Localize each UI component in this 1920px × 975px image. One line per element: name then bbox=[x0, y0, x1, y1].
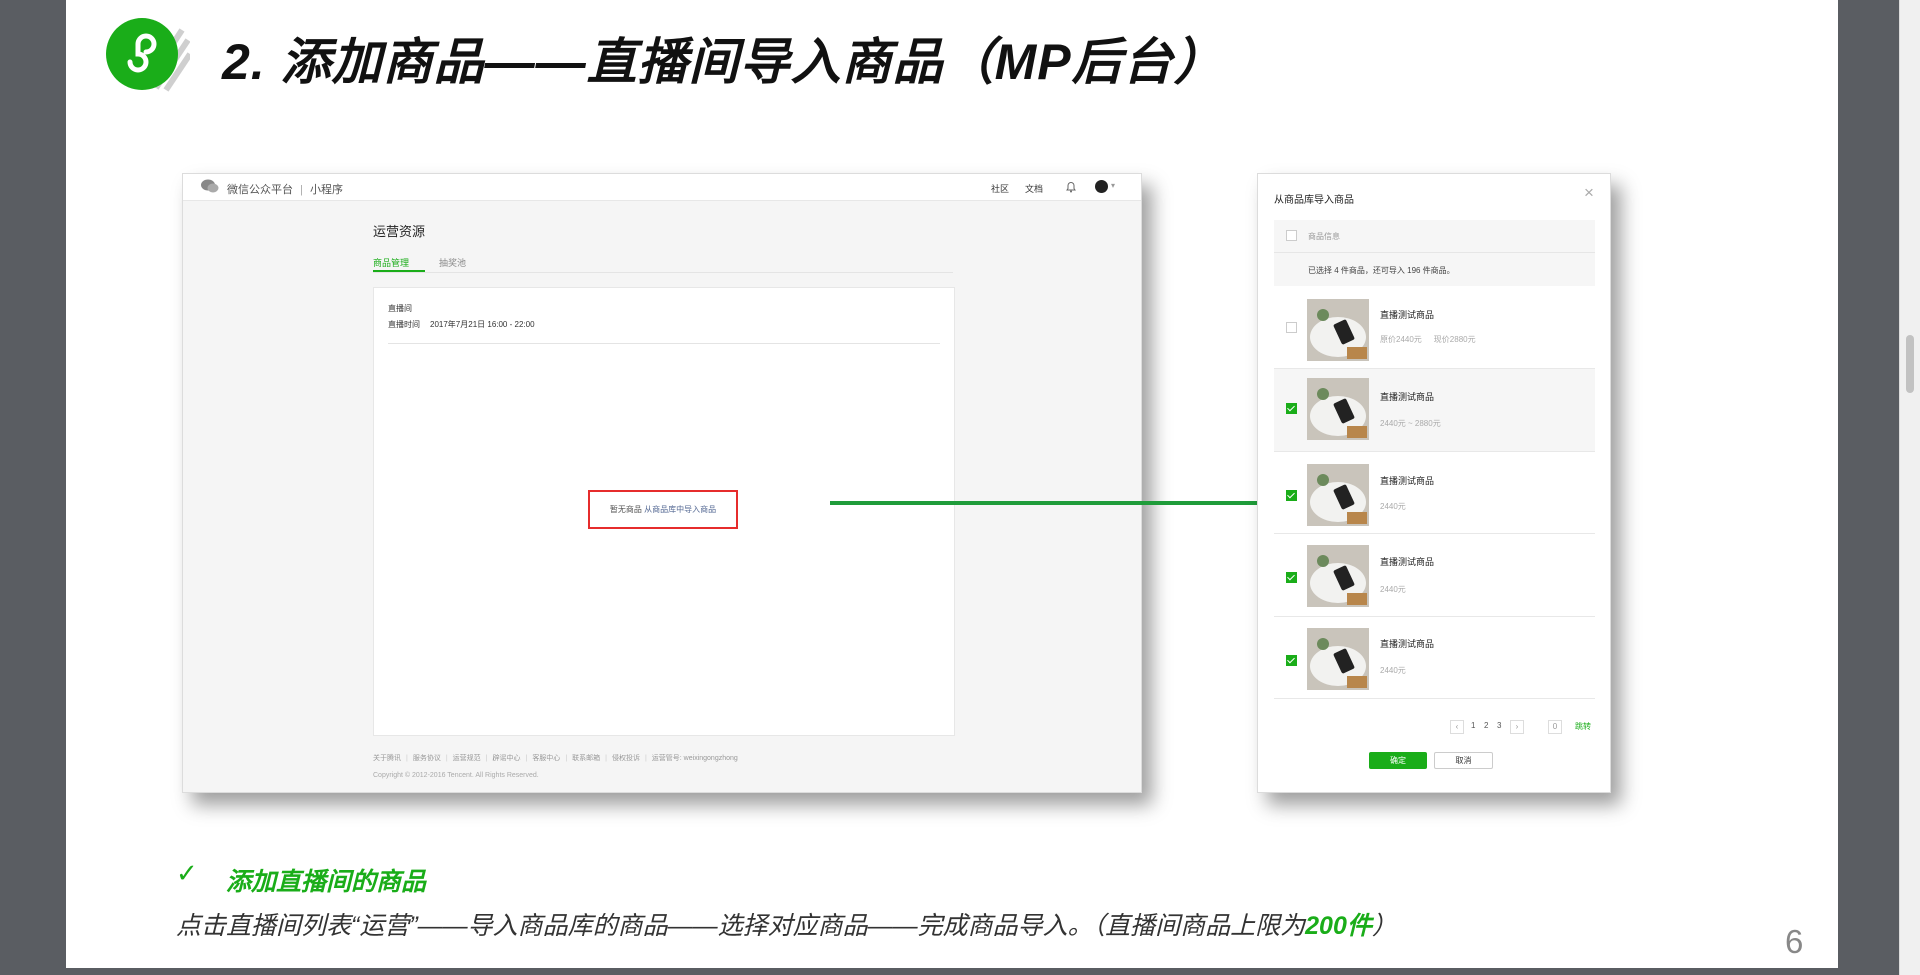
tab-lottery-pool[interactable]: 抽奖池 bbox=[439, 256, 466, 269]
bell-icon[interactable] bbox=[1065, 180, 1077, 193]
confirm-button[interactable]: 确定 bbox=[1369, 752, 1427, 769]
arrow-right-icon bbox=[830, 496, 1316, 510]
page-2[interactable]: 2 bbox=[1484, 721, 1488, 730]
product-row[interactable]: 直播测试商品 2440元 bbox=[1274, 452, 1595, 534]
import-from-library-link[interactable]: 从商品库中导入商品 bbox=[644, 505, 716, 514]
product-row[interactable]: 直播测试商品 2440元 ~ 2880元 bbox=[1274, 369, 1595, 452]
next-page-button[interactable]: › bbox=[1510, 720, 1524, 734]
room-label: 直播间 bbox=[388, 304, 412, 313]
product-name: 直播测试商品 bbox=[1380, 310, 1435, 320]
page-jump-button[interactable]: 跳转 bbox=[1575, 721, 1591, 732]
product-name: 直播测试商品 bbox=[1380, 476, 1435, 486]
empty-products-highlight: 暂无商品 从商品库中导入商品 bbox=[588, 490, 738, 529]
vertical-scrollbar[interactable] bbox=[1899, 0, 1920, 975]
tab-product-management[interactable]: 商品管理 bbox=[373, 256, 409, 269]
page-jump-input[interactable]: 0 bbox=[1548, 720, 1562, 734]
docs-link[interactable]: 文档 bbox=[1025, 182, 1043, 195]
product-row[interactable]: 直播测试商品 原价2440元 现价2880元 bbox=[1274, 293, 1595, 369]
product-thumbnail bbox=[1307, 378, 1369, 440]
product-name: 小程序 bbox=[309, 184, 343, 196]
select-all-checkbox[interactable] bbox=[1286, 230, 1297, 241]
description-text: 点击直播间列表“运营”——导入商品库的商品——选择对应商品——完成商品导入。（直… bbox=[176, 912, 1306, 940]
scrollbar-thumb[interactable] bbox=[1906, 335, 1914, 393]
product-checkbox[interactable] bbox=[1286, 490, 1297, 501]
footer-link[interactable]: 侵权投诉 bbox=[612, 755, 640, 762]
copyright: Copyright © 2012-2016 Tencent. All Right… bbox=[373, 772, 539, 779]
mp-brand[interactable]: 微信公众平台 | 小程序 bbox=[227, 181, 343, 197]
pagination: ‹ 1 2 3 › 0 跳转 bbox=[1258, 720, 1610, 734]
chevron-down-icon[interactable]: ▾ bbox=[1111, 181, 1115, 190]
tabs-divider bbox=[373, 272, 953, 273]
mp-window: 微信公众平台 | 小程序 社区 文档 ▾ 运营资源 商品管理 抽奖池 直播间 直… bbox=[182, 173, 1142, 793]
current-price: 现价2880元 bbox=[1433, 335, 1476, 344]
product-thumbnail bbox=[1307, 299, 1369, 361]
avatar[interactable] bbox=[1095, 180, 1108, 193]
product-price: 2440元 bbox=[1380, 502, 1406, 511]
footer-link[interactable]: 关于腾讯 bbox=[373, 755, 401, 762]
slide: 2. 添加商品——直播间导入商品（MP后台） 微信公众平台 | 小程序 社区 文… bbox=[66, 0, 1838, 968]
time-value: 2017年7月21日 16:00 - 22:00 bbox=[430, 320, 535, 329]
brand-separator: | bbox=[300, 184, 303, 196]
subheading: 添加直播间的商品 bbox=[226, 868, 427, 896]
check-icon: ✓ bbox=[176, 858, 198, 888]
panel-divider bbox=[388, 343, 940, 344]
product-price: 2440元 ~ 2880元 bbox=[1380, 419, 1441, 428]
mini-program-logo bbox=[106, 18, 190, 92]
page-number: 6 bbox=[1785, 923, 1804, 960]
footer-link: 运营管号: weixingongzhong bbox=[651, 755, 738, 762]
mp-top-bar: 微信公众平台 | 小程序 社区 文档 ▾ bbox=[183, 174, 1141, 201]
product-thumbnail bbox=[1307, 628, 1369, 690]
brand-name: 微信公众平台 bbox=[227, 184, 293, 196]
prev-page-button[interactable]: ‹ bbox=[1450, 720, 1464, 734]
time-label: 直播时间 bbox=[388, 320, 420, 329]
footer-link[interactable]: 联系邮箱 bbox=[572, 755, 600, 762]
header-divider bbox=[1274, 252, 1595, 253]
footer-link[interactable]: 运营规范 bbox=[453, 755, 481, 762]
product-thumbnail bbox=[1307, 464, 1369, 526]
product-row[interactable]: 直播测试商品 2440元 bbox=[1274, 534, 1595, 617]
product-price: 原价2440元 现价2880元 bbox=[1380, 334, 1476, 345]
page-1[interactable]: 1 bbox=[1471, 721, 1475, 730]
product-name: 直播测试商品 bbox=[1380, 557, 1435, 567]
cancel-button[interactable]: 取消 bbox=[1434, 752, 1493, 769]
product-name: 直播测试商品 bbox=[1380, 392, 1435, 402]
import-modal: 从商品库导入商品 × 商品信息 已选择 4 件商品，还可导入 196 件商品。 … bbox=[1257, 173, 1611, 793]
description-highlight: 200件 bbox=[1305, 912, 1372, 940]
page-3[interactable]: 3 bbox=[1497, 721, 1501, 730]
page-title: 运营资源 bbox=[373, 224, 426, 239]
room-time: 直播时间 2017年7月21日 16:00 - 22:00 bbox=[388, 319, 535, 330]
footer-link[interactable]: 服务协议 bbox=[413, 755, 441, 762]
footer-link[interactable]: 辟谣中心 bbox=[492, 755, 520, 762]
product-price: 2440元 bbox=[1380, 666, 1406, 675]
footer-link[interactable]: 客服中心 bbox=[532, 755, 560, 762]
close-icon[interactable]: × bbox=[1584, 184, 1594, 201]
product-checkbox[interactable] bbox=[1286, 655, 1297, 666]
product-name: 直播测试商品 bbox=[1380, 639, 1435, 649]
community-link[interactable]: 社区 bbox=[991, 182, 1009, 195]
product-checkbox[interactable] bbox=[1286, 403, 1297, 414]
product-checkbox[interactable] bbox=[1286, 572, 1297, 583]
header-label: 商品信息 bbox=[1308, 232, 1340, 241]
slide-title: 2. 添加商品——直播间导入商品（MP后台） bbox=[222, 34, 1225, 90]
product-thumbnail bbox=[1307, 545, 1369, 607]
original-price: 原价2440元 bbox=[1380, 335, 1422, 344]
description: 点击直播间列表“运营”——导入商品库的商品——选择对应商品——完成商品导入。（直… bbox=[176, 906, 1397, 942]
product-checkbox[interactable] bbox=[1286, 322, 1297, 333]
mp-footer-links: 关于腾讯 | 服务协议 | 运营规范 | 辟谣中心 | 客服中心 | 联系邮箱 | 侵权投诉 | 运营管号:… bbox=[373, 755, 738, 762]
wechat-icon bbox=[201, 179, 219, 193]
description-suffix: ） bbox=[1371, 912, 1397, 940]
empty-text: 暂无商品 bbox=[609, 505, 642, 514]
product-row[interactable]: 直播测试商品 2440元 bbox=[1274, 617, 1595, 699]
modal-title: 从商品库导入商品 bbox=[1274, 195, 1354, 206]
product-price: 2440元 bbox=[1380, 585, 1406, 594]
selection-summary: 已选择 4 件商品，还可导入 196 件商品。 bbox=[1308, 266, 1455, 275]
modal-table-header: 商品信息 已选择 4 件商品，还可导入 196 件商品。 bbox=[1274, 220, 1595, 286]
